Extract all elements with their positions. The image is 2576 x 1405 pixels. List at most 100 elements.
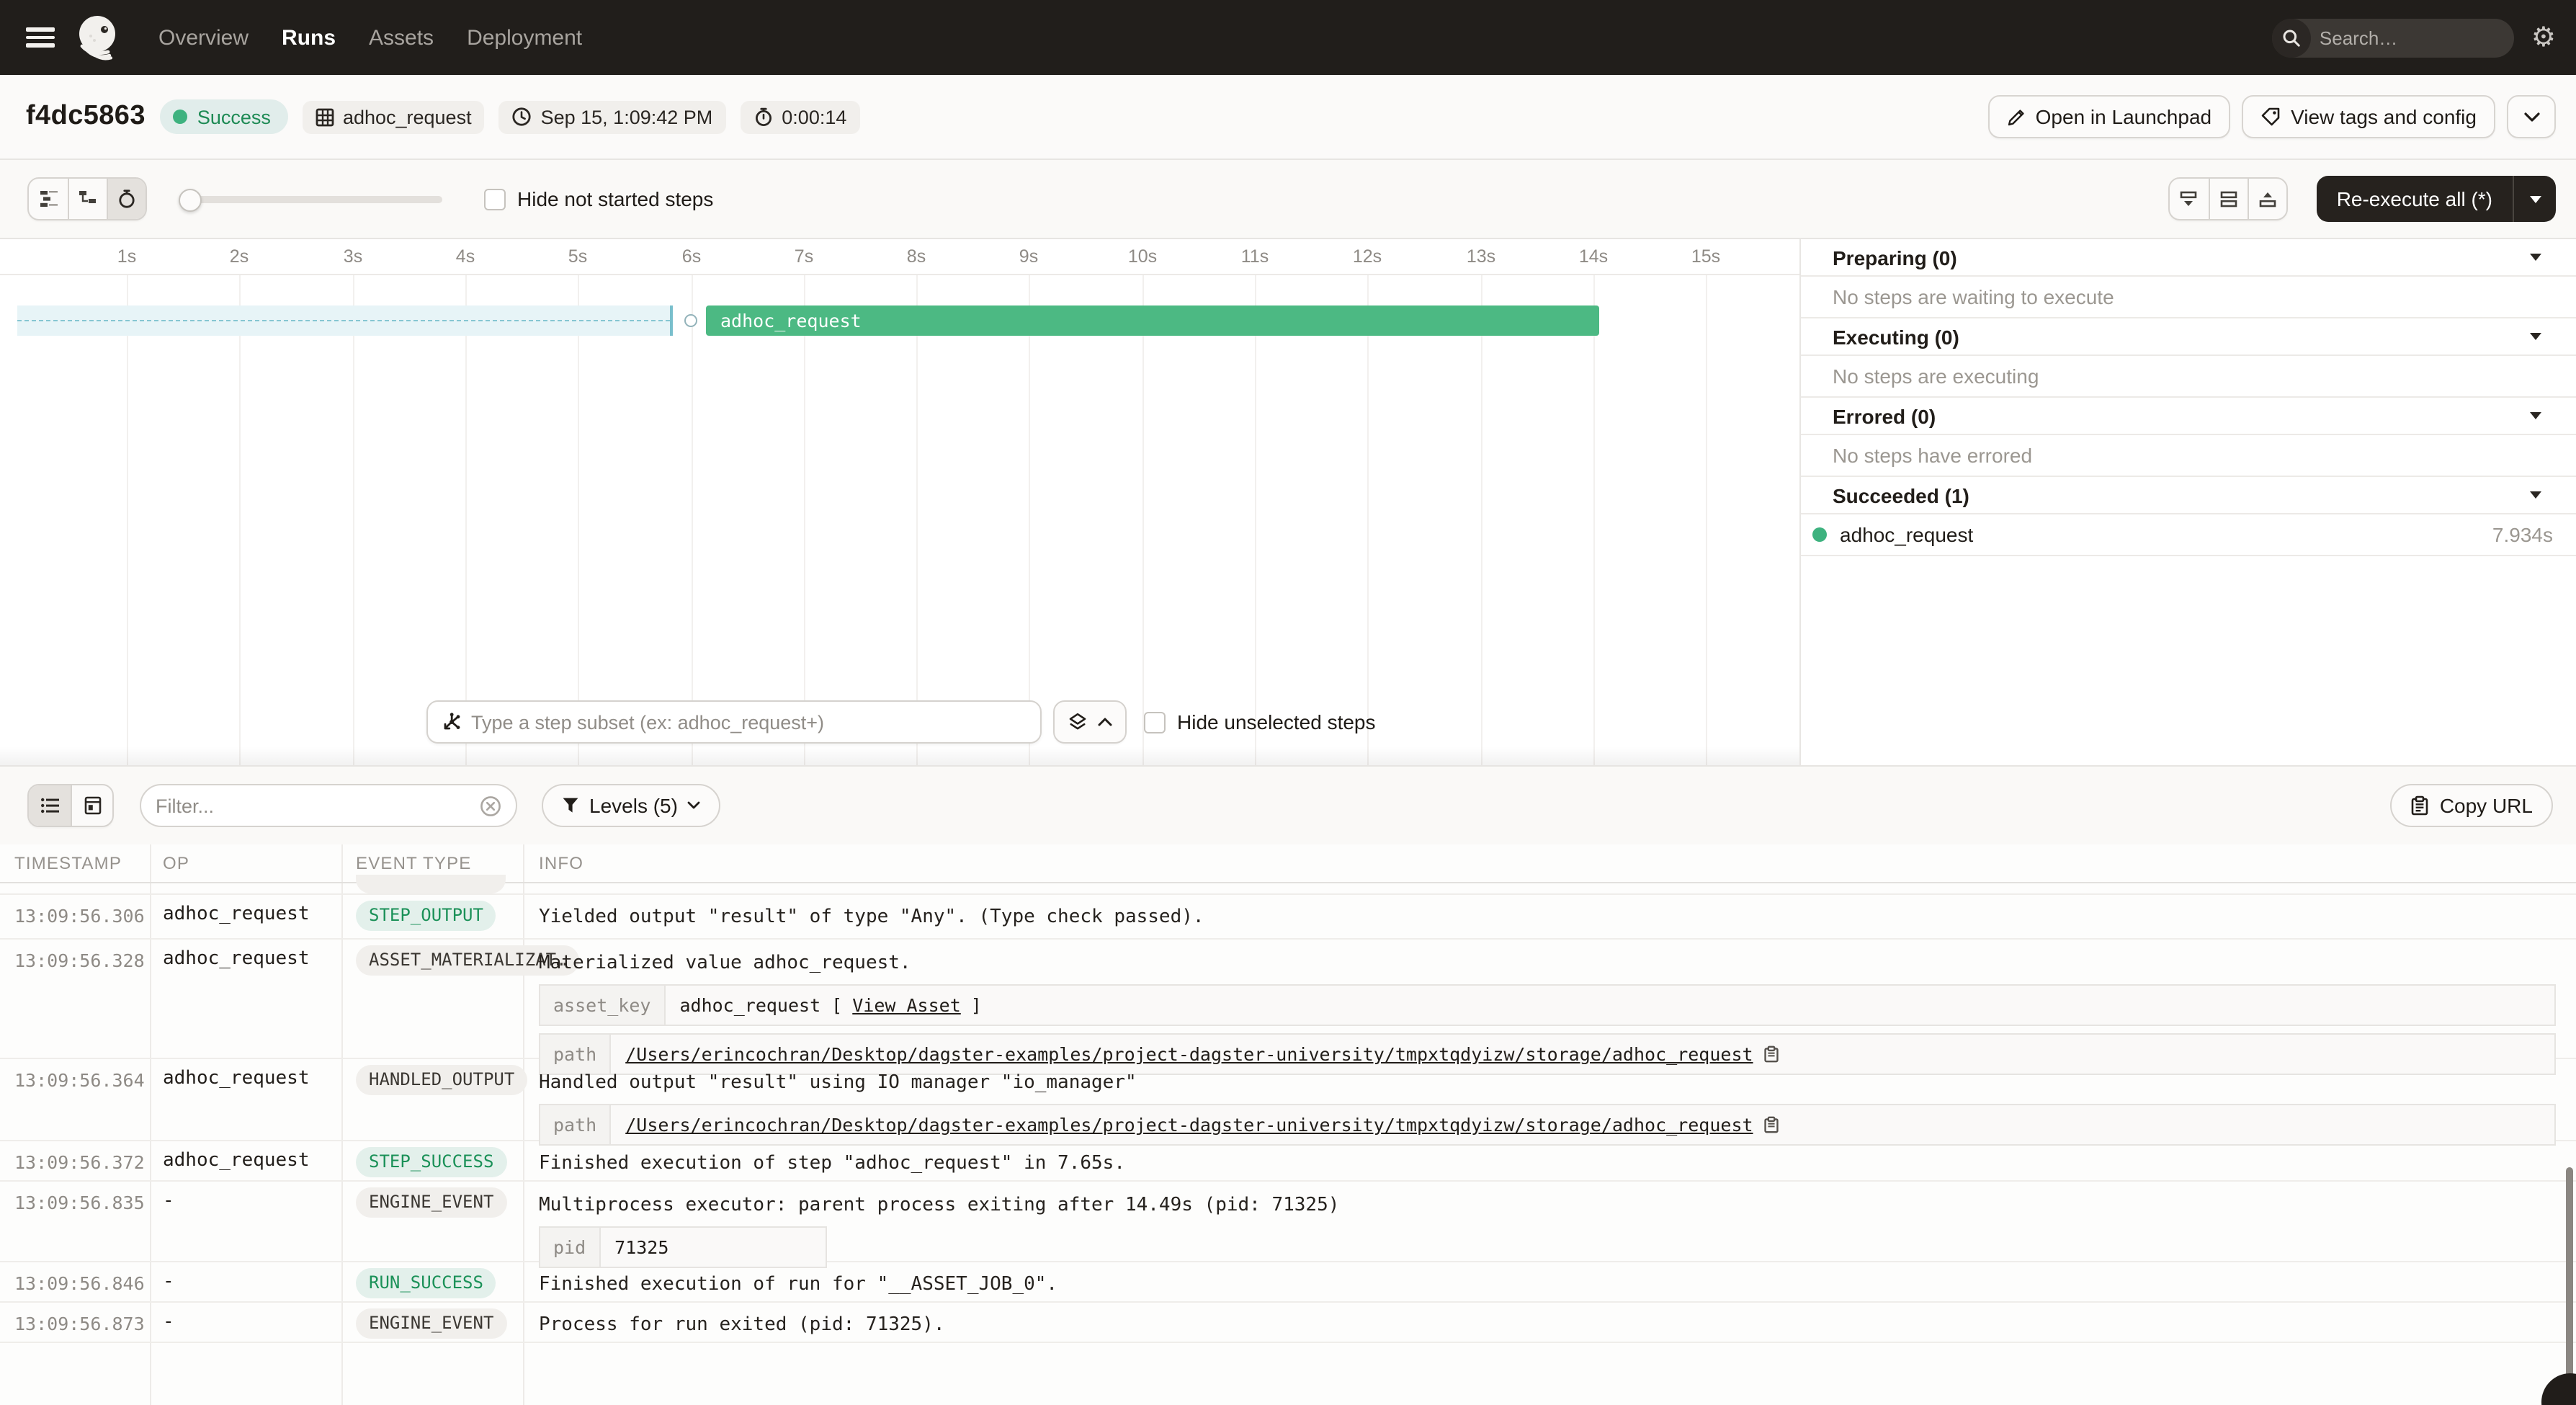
timed-view-button[interactable] <box>107 179 146 219</box>
nav-item-deployment[interactable]: Deployment <box>467 25 582 50</box>
open-in-launchpad-button[interactable]: Open in Launchpad <box>1988 95 2230 138</box>
section-empty-text: No steps have errored <box>1801 435 2576 477</box>
event-type-badge: HANDLED_OUTPUT <box>356 1065 527 1095</box>
job-tag[interactable]: adhoc_request <box>303 100 485 133</box>
cell-timestamp: 13:09:56.835 <box>0 1182 150 1261</box>
nav-item-runs[interactable]: Runs <box>282 25 336 50</box>
collapse-panel-down-button[interactable] <box>2170 179 2209 219</box>
metadata-row-asset-key: asset_key adhoc_request [View Asset] <box>539 984 2556 1026</box>
start-time-label: Sep 15, 1:09:42 PM <box>541 106 713 128</box>
caret-down-icon <box>2530 491 2541 499</box>
axis-tick: 12s <box>1353 246 1382 267</box>
clock-icon <box>512 107 532 127</box>
structured-log-button[interactable] <box>71 785 112 826</box>
cell-info: Multiprocess executor: parent process ex… <box>539 1195 1339 1216</box>
gantt-gridline <box>578 275 579 765</box>
table-row[interactable]: 13:09:56.306 adhoc_request STEP_OUTPUT Y… <box>0 895 2576 940</box>
panel-down-icon <box>2179 189 2199 208</box>
hide-not-started-checkbox[interactable] <box>484 188 506 210</box>
axis-tick: 4s <box>456 246 475 267</box>
axis-tick: 15s <box>1691 246 1720 267</box>
panel-up-icon <box>2258 189 2278 208</box>
gantt-step-bar[interactable]: adhoc_request <box>706 305 1599 336</box>
section-errored[interactable]: Errored (0) <box>1801 398 2576 435</box>
table-row[interactable]: 13:09:56.873 - ENGINE_EVENT Process for … <box>0 1303 2576 1343</box>
table-row[interactable]: 13:09:56.364 adhoc_request HANDLED_OUTPU… <box>0 1059 2576 1141</box>
duration-label: 0:00:14 <box>782 106 846 128</box>
run-id: f4dc5863 <box>26 101 146 133</box>
succeeded-step-row[interactable]: adhoc_request 7.934s <box>1801 514 2576 556</box>
event-type-badge: RUN_SUCCESS <box>356 1268 496 1298</box>
unstructured-log-button[interactable] <box>29 785 71 826</box>
clear-filter-icon[interactable] <box>480 795 501 816</box>
cell-op: - <box>150 1303 341 1342</box>
duration-tag[interactable]: 0:00:14 <box>740 100 859 133</box>
table-row[interactable]: 13:09:56.328 adhoc_request ASSET_MATERIA… <box>0 940 2576 1059</box>
dependency-marker <box>684 314 697 327</box>
cell-info: Materialized value adhoc_request. <box>539 953 911 974</box>
table-row[interactable]: 13:09:56.846 - RUN_SUCCESS Finished exec… <box>0 1262 2576 1303</box>
search-input[interactable] <box>2311 27 2514 48</box>
dagster-run-page: Overview Runs Assets Deployment / ⚙ f4dc… <box>0 0 2576 1405</box>
copy-url-button[interactable]: Copy URL <box>2391 784 2553 827</box>
axis-tick: 5s <box>568 246 587 267</box>
status-dot-icon <box>173 110 187 124</box>
step-status-panel: Preparing (0) No steps are waiting to ex… <box>1799 239 2576 765</box>
gear-icon[interactable]: ⚙ <box>2531 24 2556 51</box>
grid-icon <box>316 107 334 126</box>
step-subset-input[interactable] <box>471 711 1027 733</box>
gantt-gridline <box>1593 275 1595 765</box>
section-executing[interactable]: Executing (0) <box>1801 318 2576 356</box>
document-icon <box>83 795 102 816</box>
section-title: Preparing (0) <box>1833 246 1957 269</box>
reexecute-menu-button[interactable] <box>2513 176 2556 222</box>
step-name: adhoc_request <box>1840 523 1973 546</box>
cell-op: adhoc_request <box>150 895 341 938</box>
log-filter-field[interactable] <box>140 784 517 827</box>
copy-icon[interactable] <box>1763 1115 1779 1134</box>
expand-panel-up-button[interactable] <box>2248 179 2286 219</box>
view-asset-link[interactable]: View Asset <box>852 991 961 1019</box>
view-tags-config-button[interactable]: View tags and config <box>2242 95 2495 138</box>
table-row[interactable]: 13:09:56.835 - ENGINE_EVENT Multiprocess… <box>0 1182 2576 1262</box>
dagster-logo[interactable] <box>75 14 121 61</box>
waterfall-view-button[interactable] <box>68 179 107 219</box>
global-search[interactable]: / <box>2272 18 2514 57</box>
layers-icon <box>1068 712 1088 732</box>
gantt-step-label: adhoc_request <box>720 310 862 331</box>
pencil-icon <box>2007 107 2026 126</box>
nav-item-overview[interactable]: Overview <box>158 25 249 50</box>
step-subset-field[interactable] <box>426 700 1042 744</box>
start-time-tag[interactable]: Sep 15, 1:09:42 PM <box>499 100 726 133</box>
flat-view-button[interactable] <box>29 179 68 219</box>
run-actions-menu-button[interactable] <box>2507 95 2556 138</box>
cell-op: - <box>150 1182 341 1261</box>
gantt-zoom-slider[interactable] <box>179 177 442 220</box>
vertical-scrollbar[interactable] <box>2566 1167 2573 1395</box>
selection-options-button[interactable] <box>1053 700 1127 744</box>
cell-timestamp: 13:09:56.873 <box>0 1303 150 1342</box>
axis-line <box>0 274 1799 275</box>
slider-handle[interactable] <box>179 188 202 211</box>
section-preparing[interactable]: Preparing (0) <box>1801 239 2576 277</box>
path-link[interactable]: /Users/erincochran/Desktop/dagster-examp… <box>625 1111 1753 1138</box>
cell-op: adhoc_request <box>150 940 341 1058</box>
flat-list-icon <box>38 189 58 209</box>
gantt-gridline <box>1481 275 1482 765</box>
table-row[interactable]: 13:09:56.372 adhoc_request STEP_SUCCESS … <box>0 1141 2576 1182</box>
nav-item-assets[interactable]: Assets <box>369 25 434 50</box>
status-badge: Success <box>160 99 288 134</box>
gantt-gridline <box>916 275 918 765</box>
event-type-badge-partial <box>356 875 506 893</box>
menu-icon[interactable] <box>26 27 55 48</box>
log-filter-input[interactable] <box>156 795 480 816</box>
section-succeeded[interactable]: Succeeded (1) <box>1801 477 2576 514</box>
reexecute-all-button[interactable]: Re-execute all (*) <box>2317 176 2556 222</box>
hide-unselected-checkbox[interactable] <box>1144 711 1166 733</box>
gantt-gridline <box>1029 275 1030 765</box>
success-dot-icon <box>1812 527 1827 542</box>
tag-icon <box>2260 107 2281 127</box>
levels-filter-button[interactable]: Levels (5) <box>542 784 721 827</box>
levels-label: Levels (5) <box>589 794 678 817</box>
split-panels-button[interactable] <box>2209 179 2248 219</box>
